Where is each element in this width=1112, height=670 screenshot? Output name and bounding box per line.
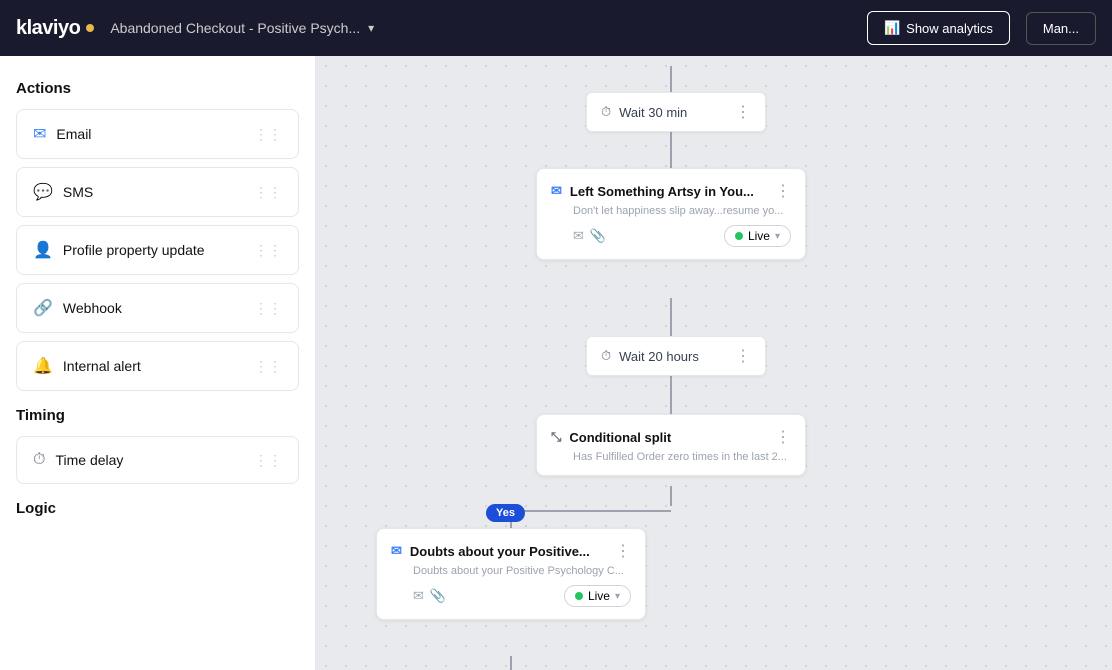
sidebar-item-time-delay[interactable]: ⏱ Time delay ⋮⋮: [16, 436, 299, 484]
email1-footer-icons: ✉ 📎: [573, 228, 606, 244]
canvas-inner: ⏱ Wait 30 min ⋮ ✉ Left Something Artsy i…: [316, 56, 1112, 670]
wait-20-menu-icon[interactable]: ⋮: [735, 346, 751, 366]
webhook-icon: 🔗: [33, 298, 53, 318]
time-delay-label: Time delay: [55, 452, 123, 468]
flow-title-text: Abandoned Checkout - Positive Psych...: [110, 20, 360, 36]
actions-title: Actions: [16, 80, 299, 97]
time-icon: ⏱: [33, 451, 45, 469]
split-node[interactable]: ⤡ Conditional split ⋮ Has Fulfilled Orde…: [536, 414, 806, 476]
email1-status-dot: [735, 232, 743, 240]
sidebar-item-email[interactable]: ✉ Email ⋮⋮: [16, 109, 299, 159]
email1-node[interactable]: ✉ Left Something Artsy in You... ⋮ Don't…: [536, 168, 806, 260]
email2-sub: Doubts about your Positive Psychology C.…: [391, 565, 631, 577]
chevron-down-icon: ▾: [368, 21, 374, 35]
canvas: ⏱ Wait 30 min ⋮ ✉ Left Something Artsy i…: [316, 56, 1112, 670]
analytics-icon: 📊: [884, 20, 900, 36]
email1-email-icon: ✉: [551, 183, 562, 199]
email2-clip-icon: 📎: [430, 588, 446, 604]
email1-status-text: Live: [748, 229, 770, 243]
logo-dot: [86, 24, 94, 32]
email2-node[interactable]: ✉ Doubts about your Positive... ⋮ Doubts…: [376, 528, 646, 620]
wait-20-node[interactable]: ⏱ Wait 20 hours ⋮: [586, 336, 766, 376]
email1-icon: ✉: [573, 228, 584, 244]
clock-icon-2: ⏱: [601, 348, 611, 364]
sidebar-item-webhook[interactable]: 🔗 Webhook ⋮⋮: [16, 283, 299, 333]
email2-email-icon: ✉: [391, 543, 402, 559]
clock-icon: ⏱: [601, 104, 611, 120]
email2-status-text: Live: [588, 589, 610, 603]
split-icon: ⤡: [551, 429, 561, 445]
email2-title: Doubts about your Positive...: [410, 544, 590, 559]
wait-30-label: Wait 30 min: [619, 105, 687, 120]
profile-icon: 👤: [33, 240, 53, 260]
email1-title: Left Something Artsy in You...: [570, 184, 754, 199]
logo: klaviyo: [16, 17, 94, 40]
drag-icon: ⋮⋮: [254, 126, 282, 143]
main-layout: Actions ✉ Email ⋮⋮ 💬 SMS ⋮⋮ 👤 Profile pr…: [0, 56, 1112, 670]
email2-icon: ✉: [413, 588, 424, 604]
email2-status-dot: [575, 592, 583, 600]
email1-sub: Don't let happiness slip away...resume y…: [551, 205, 791, 217]
email2-chevron-icon: ▾: [615, 591, 620, 602]
drag-icon: ⋮⋮: [254, 358, 282, 375]
email1-status-badge[interactable]: Live ▾: [724, 225, 791, 247]
drag-icon: ⋮⋮: [254, 184, 282, 201]
split-sub: Has Fulfilled Order zero times in the la…: [551, 451, 791, 463]
drag-icon: ⋮⋮: [254, 300, 282, 317]
email2-footer-icons: ✉ 📎: [413, 588, 446, 604]
email2-menu-icon[interactable]: ⋮: [615, 541, 631, 561]
split-menu-icon[interactable]: ⋮: [775, 427, 791, 447]
profile-label: Profile property update: [63, 242, 205, 258]
email2-status-badge[interactable]: Live ▾: [564, 585, 631, 607]
sidebar-item-alert[interactable]: 🔔 Internal alert ⋮⋮: [16, 341, 299, 391]
drag-icon: ⋮⋮: [254, 242, 282, 259]
yes-badge: Yes: [486, 504, 525, 522]
wait-30-node[interactable]: ⏱ Wait 30 min ⋮: [586, 92, 766, 132]
logic-title: Logic: [16, 500, 299, 517]
drag-icon: ⋮⋮: [254, 452, 282, 469]
email-icon: ✉: [33, 124, 46, 144]
email1-clip-icon: 📎: [590, 228, 606, 244]
sms-label: SMS: [63, 184, 93, 200]
webhook-label: Webhook: [63, 300, 122, 316]
email1-chevron-icon: ▾: [775, 231, 780, 242]
alert-icon: 🔔: [33, 356, 53, 376]
timing-title: Timing: [16, 407, 299, 424]
email1-menu-icon[interactable]: ⋮: [775, 181, 791, 201]
wait-20-label: Wait 20 hours: [619, 349, 699, 364]
split-title: Conditional split: [569, 430, 671, 445]
show-analytics-button[interactable]: 📊 Show analytics: [867, 11, 1010, 45]
manage-button[interactable]: Man...: [1026, 12, 1096, 45]
email-label: Email: [56, 126, 91, 142]
sms-icon: 💬: [33, 182, 53, 202]
wait-30-menu-icon[interactable]: ⋮: [735, 102, 751, 122]
sidebar-item-profile[interactable]: 👤 Profile property update ⋮⋮: [16, 225, 299, 275]
flow-title[interactable]: Abandoned Checkout - Positive Psych... ▾: [110, 20, 374, 36]
sidebar: Actions ✉ Email ⋮⋮ 💬 SMS ⋮⋮ 👤 Profile pr…: [0, 56, 316, 670]
logo-text: klaviyo: [16, 17, 80, 40]
sidebar-item-sms[interactable]: 💬 SMS ⋮⋮: [16, 167, 299, 217]
header: klaviyo Abandoned Checkout - Positive Ps…: [0, 0, 1112, 56]
alert-label: Internal alert: [63, 358, 141, 374]
